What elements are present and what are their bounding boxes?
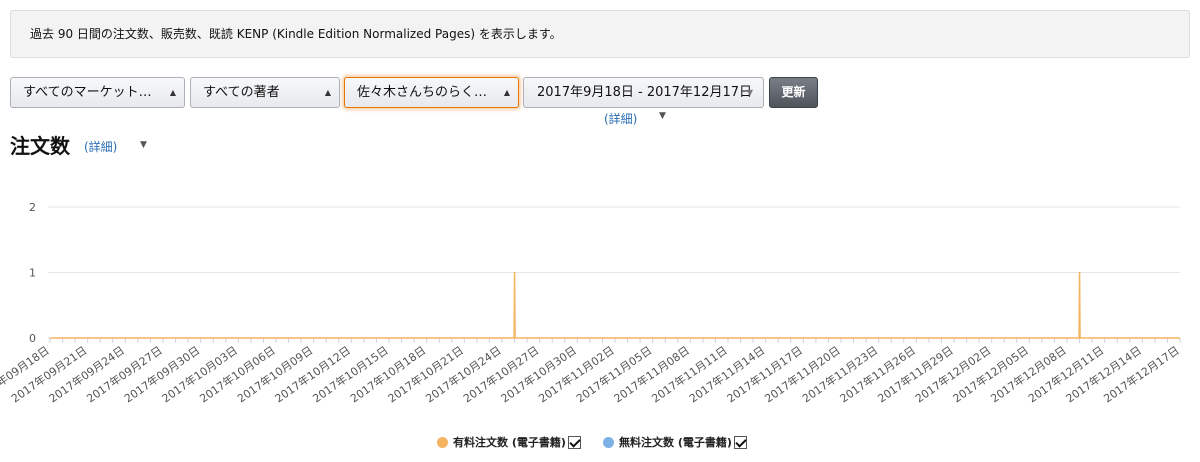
updown-arrow-icon: ▲▼ — [503, 88, 510, 97]
title-select[interactable]: 佐々木さんちのらくがき帳 ▲▼ — [344, 77, 519, 108]
chevron-down-icon[interactable]: ▼ — [659, 111, 666, 121]
section-detail-link[interactable]: (詳細) — [84, 138, 117, 155]
author-select[interactable]: すべての著者 ▲▼ — [190, 77, 340, 108]
chevron-down-icon[interactable]: ▼ — [140, 140, 147, 150]
info-text: 過去 90 日間の注文数、販売数、既読 KENP (Kindle Edition… — [30, 27, 562, 41]
date-range-value: 2017年9月18日 - 2017年12月17日 — [537, 85, 753, 100]
chart-legend: 有料注文数 (電子書籍) 無料注文数 (電子書籍) — [0, 432, 1200, 454]
updown-arrow-icon: ▲▼ — [169, 88, 176, 97]
legend-item-free[interactable]: 無料注文数 (電子書籍) — [603, 432, 747, 454]
legend-label-paid: 有料注文数 (電子書籍) — [453, 436, 566, 449]
info-banner: 過去 90 日間の注文数、販売数、既読 KENP (Kindle Edition… — [10, 10, 1190, 58]
marketplace-select[interactable]: すべてのマーケットプレイス ▲▼ — [10, 77, 185, 108]
series-line-0 — [50, 272, 1180, 339]
chevron-down-icon: ▼ — [746, 88, 753, 97]
section-title: 注文数 — [10, 134, 70, 158]
legend-checkbox-paid[interactable] — [567, 435, 581, 449]
legend-dot-free — [603, 436, 614, 448]
orders-chart: 0122017年09月18日2017年09月21日2017年09月24日2017… — [0, 201, 1182, 406]
y-tick-label: 0 — [29, 332, 36, 345]
date-detail-link[interactable]: (詳細) — [604, 110, 637, 127]
legend-dot-paid — [437, 436, 448, 448]
data-point — [1078, 271, 1081, 274]
y-tick-label: 1 — [29, 267, 36, 280]
update-button[interactable]: 更新 — [769, 77, 818, 108]
legend-checkbox-free[interactable] — [733, 435, 747, 449]
author-select-value: すべての著者 — [203, 85, 280, 100]
y-tick-label: 2 — [29, 201, 36, 214]
updown-arrow-icon: ▲▼ — [324, 88, 331, 97]
date-range-select[interactable]: 2017年9月18日 - 2017年12月17日 ▼ — [523, 77, 764, 108]
marketplace-select-value: すべてのマーケットプレイス — [23, 85, 154, 100]
data-point — [513, 271, 516, 274]
legend-label-free: 無料注文数 (電子書籍) — [619, 436, 732, 449]
legend-item-paid[interactable]: 有料注文数 (電子書籍) — [437, 432, 581, 454]
title-select-value: 佐々木さんちのらくがき帳 — [357, 85, 488, 100]
